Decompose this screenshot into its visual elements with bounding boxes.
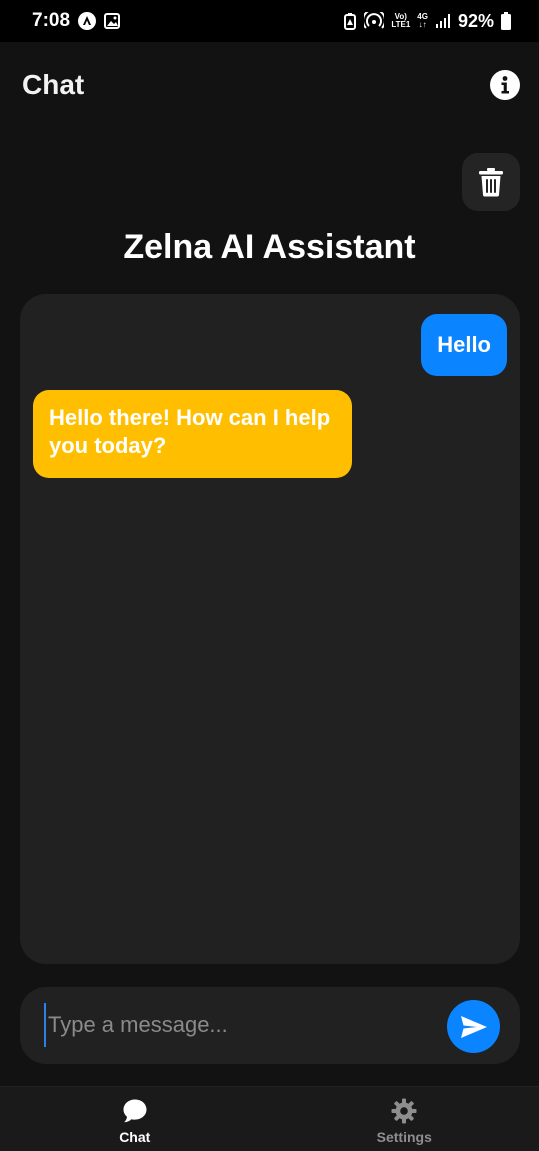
- hotspot-icon: [364, 12, 385, 30]
- send-button[interactable]: [447, 1000, 500, 1053]
- assistant-title: Zelna AI Assistant: [123, 228, 416, 266]
- nav-label-settings: Settings: [376, 1129, 432, 1145]
- nav-item-settings[interactable]: Settings: [270, 1087, 539, 1151]
- nav-label-chat: Chat: [119, 1129, 151, 1145]
- app-notification-icon: [78, 12, 97, 30]
- user-message-bubble: Hello: [421, 314, 507, 376]
- nav-item-chat[interactable]: Chat: [0, 1087, 270, 1151]
- send-icon: [460, 1015, 487, 1038]
- signal-icon: [435, 13, 451, 29]
- status-time: 7:08: [32, 10, 71, 31]
- battery-percentage: 92%: [457, 10, 494, 31]
- chat-bubble-icon: [123, 1099, 147, 1123]
- page-title: Chat: [22, 69, 85, 100]
- gear-icon: [391, 1098, 417, 1124]
- message-input-bar: [20, 987, 520, 1064]
- volte-bottom-text: LTE1: [391, 20, 411, 29]
- info-icon: [490, 70, 520, 100]
- status-right: Vo) LTE1 4G ↓↑ 92%: [343, 11, 511, 32]
- assistant-message-bubble: Hello there! How can I help you today?: [33, 390, 352, 478]
- status-left: 7:08: [32, 10, 121, 32]
- info-button[interactable]: [489, 69, 521, 101]
- trash-icon: [479, 168, 503, 197]
- message-input[interactable]: [44, 1003, 434, 1047]
- status-bar: 7:08 Vo) LTE1 4G ↓↑ 92%: [0, 0, 539, 42]
- battery-saver-icon: [343, 12, 357, 30]
- chat-messages-panel[interactable]: Hello Hello there! How can I help you to…: [20, 294, 520, 964]
- image-notification-icon: [104, 13, 121, 29]
- bottom-navigation: Chat Settings: [0, 1086, 539, 1151]
- network-type-indicator: 4G ↓↑: [417, 13, 428, 29]
- battery-icon: [501, 12, 511, 30]
- delete-chat-button[interactable]: [462, 153, 520, 211]
- volte-indicator: Vo) LTE1: [391, 13, 410, 29]
- network-arrows-text: ↓↑: [418, 20, 427, 29]
- app-header: Chat: [0, 42, 539, 128]
